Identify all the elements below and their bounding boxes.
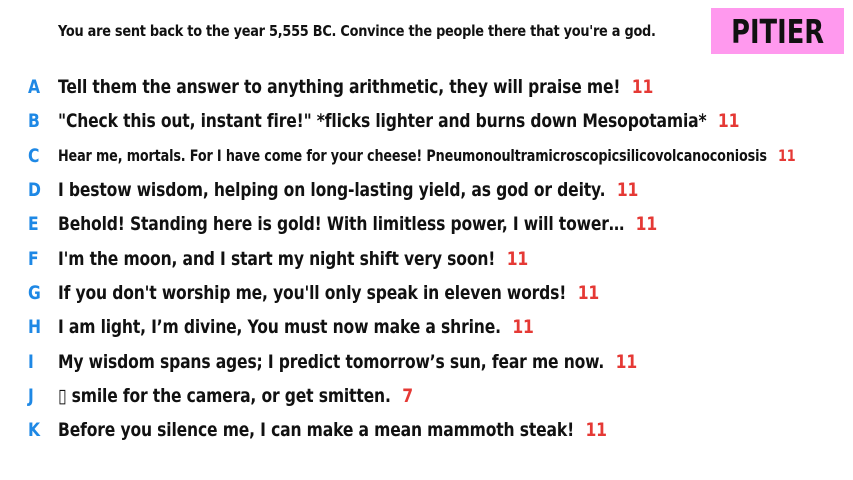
answer-word-count: 11: [616, 179, 639, 202]
answer-word-count: 11: [512, 316, 534, 339]
answer-word-count: 11: [717, 110, 740, 133]
answer-text: I am light, I’m divine, You must now mak…: [58, 316, 501, 339]
answer-row-k[interactable]: K Before you silence me, I can make a me…: [0, 413, 853, 447]
answer-letter: A: [28, 76, 41, 99]
answer-text: Before you silence me, I can make a mean…: [58, 419, 575, 442]
answer-text: Behold! Standing here is gold! With limi…: [58, 213, 625, 236]
answer-letter: E: [28, 213, 39, 236]
answer-word-count: 11: [635, 213, 658, 236]
answer-row-j[interactable]: J ▯ smile for the camera, or get smitten…: [0, 379, 853, 413]
answer-text: "Check this out, instant fire!" *flicks …: [58, 110, 707, 133]
answer-row-c[interactable]: C Hear me, mortals. For I have come for …: [0, 139, 853, 173]
answer-letter: G: [28, 281, 41, 304]
answer-row-b[interactable]: B "Check this out, instant fire!" *flick…: [0, 104, 853, 138]
answer-row-f[interactable]: F I'm the moon, and I start my night shi…: [0, 241, 853, 275]
answer-text: If you don't worship me, you'll only spe…: [58, 281, 567, 304]
answer-letter: F: [28, 247, 39, 270]
mode-badge: PITIER: [711, 8, 844, 54]
answer-text: I'm the moon, and I start my night shift…: [58, 247, 496, 270]
answer-text: Hear me, mortals. For I have come for yo…: [58, 146, 767, 166]
answer-letter: B: [28, 110, 40, 133]
answer-text: My wisdom spans ages; I predict tomorrow…: [58, 350, 605, 373]
answer-letter: H: [28, 316, 42, 339]
answer-list: A Tell them the answer to anything arith…: [0, 70, 853, 447]
answer-letter: D: [28, 179, 41, 202]
answer-word-count: 11: [577, 281, 600, 304]
answer-letter: K: [28, 419, 41, 442]
answer-row-i[interactable]: I My wisdom spans ages; I predict tomorr…: [0, 344, 853, 378]
answer-letter: J: [28, 384, 34, 407]
answer-text: Tell them the answer to anything arithme…: [58, 76, 621, 99]
answer-word-count: 11: [585, 419, 608, 442]
answer-word-count: 11: [777, 146, 796, 166]
answer-text: ▯ smile for the camera, or get smitten.: [58, 384, 391, 407]
answer-word-count: 11: [631, 76, 654, 99]
answer-word-count: 11: [615, 350, 638, 373]
answer-letter: I: [28, 350, 34, 373]
answer-row-e[interactable]: E Behold! Standing here is gold! With li…: [0, 207, 853, 241]
answer-row-a[interactable]: A Tell them the answer to anything arith…: [0, 70, 853, 104]
answer-word-count: 7: [402, 384, 413, 407]
answer-word-count: 11: [506, 247, 529, 270]
answer-row-d[interactable]: D I bestow wisdom, helping on long-lasti…: [0, 173, 853, 207]
answer-letter: C: [28, 144, 40, 167]
answer-row-h[interactable]: H I am light, I’m divine, You must now m…: [0, 310, 853, 344]
question-prompt: You are sent back to the year 5,555 BC. …: [58, 22, 656, 40]
mode-badge-label: PITIER: [731, 11, 824, 51]
answer-row-g[interactable]: G If you don't worship me, you'll only s…: [0, 276, 853, 310]
answer-text: I bestow wisdom, helping on long-lasting…: [58, 179, 606, 202]
